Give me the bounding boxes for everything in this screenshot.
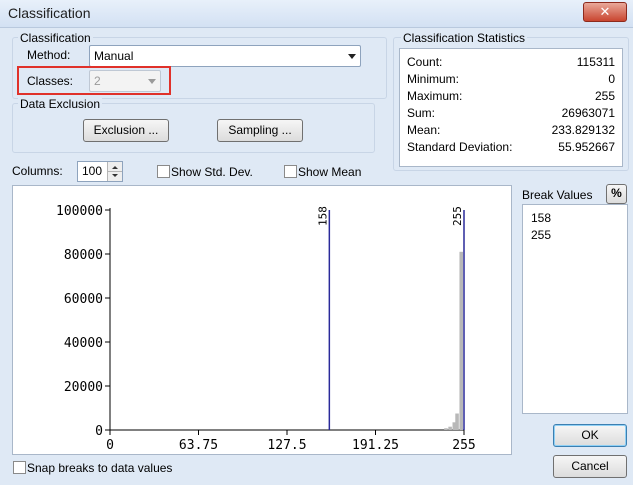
stat-row-maximum: Maximum: 255 [407, 89, 615, 105]
stat-row-sum: Sum: 26963071 [407, 106, 615, 122]
chevron-down-icon [148, 79, 156, 84]
stat-label: Count: [407, 55, 443, 69]
classes-select[interactable]: 2 [89, 70, 161, 92]
stat-label: Maximum: [407, 89, 463, 103]
stat-row-count: Count: 115311 [407, 55, 615, 71]
x-tick-label: 0 [106, 438, 114, 453]
snap-breaks-label: Snap breaks to data values [27, 461, 173, 475]
y-tick-label: 0 [95, 424, 103, 439]
stat-value: 55.952667 [558, 140, 615, 154]
stat-label: Sum: [407, 106, 436, 120]
columns-label: Columns: [12, 164, 63, 178]
histogram-chart[interactable]: 0 20000 40000 60000 80000 100000 0 63.75 127.5 19… [13, 186, 511, 454]
stepper-buttons[interactable] [107, 162, 122, 181]
x-tick-label: 63.75 [179, 438, 218, 453]
stepper-arrows-icon [108, 166, 122, 177]
stat-value: 233.829132 [551, 123, 615, 137]
close-icon: ✕ [599, 4, 611, 19]
break-label: 158 [316, 206, 329, 226]
histogram-bar [444, 428, 448, 430]
exclusion-button[interactable]: Exclusion ... [83, 119, 169, 142]
stat-label: Mean: [407, 123, 441, 137]
y-tick-label: 80000 [64, 248, 103, 263]
method-label: Method: [27, 48, 71, 62]
classes-label: Classes: [27, 74, 74, 88]
method-value: Manual [94, 49, 134, 63]
window-title: Classification [8, 5, 91, 21]
title-bar: Classification ✕ [0, 0, 633, 28]
x-tick-label: 191.25 [352, 438, 399, 453]
stat-value: 26963071 [561, 106, 615, 120]
ok-button[interactable]: OK [553, 424, 627, 447]
columns-value: 100 [82, 164, 103, 178]
break-label: 255 [451, 206, 464, 226]
statistics-title: Classification Statistics [401, 31, 528, 45]
x-tick-label: 127.5 [267, 438, 306, 453]
y-tick-label: 60000 [64, 292, 103, 307]
data-exclusion-label: Data Exclusion [18, 97, 103, 111]
stat-value: 255 [594, 89, 615, 103]
sampling-button[interactable]: Sampling ... [217, 119, 303, 142]
percent-button[interactable]: % [606, 184, 627, 204]
x-tick-label: 255 [452, 438, 475, 453]
histogram-bar [459, 251, 463, 430]
stat-label: Standard Deviation: [407, 140, 513, 154]
y-tick-label: 40000 [64, 336, 103, 351]
break-values-title: Break Values [522, 188, 593, 202]
break-values-list[interactable]: 158 255 [522, 204, 628, 414]
columns-stepper[interactable]: 100 [77, 161, 123, 182]
stat-label: Minimum: [407, 72, 460, 86]
break-value-item[interactable]: 158 [531, 211, 551, 225]
y-tick-label: 100000 [56, 204, 103, 219]
show-std-dev-checkbox[interactable] [157, 165, 170, 178]
break-value-item[interactable]: 255 [531, 228, 551, 242]
classes-value: 2 [94, 74, 101, 88]
classification-group-label: Classification [18, 31, 93, 45]
histogram-bar [455, 413, 459, 430]
histogram-bar [448, 426, 452, 430]
stat-value: 115311 [576, 55, 615, 69]
stat-row-std-dev: Standard Deviation: 55.952667 [407, 140, 615, 156]
show-mean-checkbox[interactable] [284, 165, 297, 178]
cancel-button[interactable]: Cancel [553, 455, 627, 478]
stat-row-minimum: Minimum: 0 [407, 72, 615, 88]
snap-breaks-checkbox[interactable] [13, 461, 26, 474]
y-tick-label: 20000 [64, 380, 103, 395]
show-mean-label: Show Mean [298, 165, 362, 179]
histogram-panel: 0 20000 40000 60000 80000 100000 0 63.75 127.5 19… [12, 185, 512, 455]
close-button[interactable]: ✕ [583, 2, 627, 22]
chevron-down-icon [348, 54, 356, 59]
show-std-dev-label: Show Std. Dev. [171, 165, 253, 179]
method-select[interactable]: Manual [89, 45, 361, 67]
statistics-panel: Count: 115311 Minimum: 0 Maximum: 255 Su… [399, 48, 623, 167]
stat-row-mean: Mean: 233.829132 [407, 123, 615, 139]
stat-value: 0 [608, 72, 615, 86]
